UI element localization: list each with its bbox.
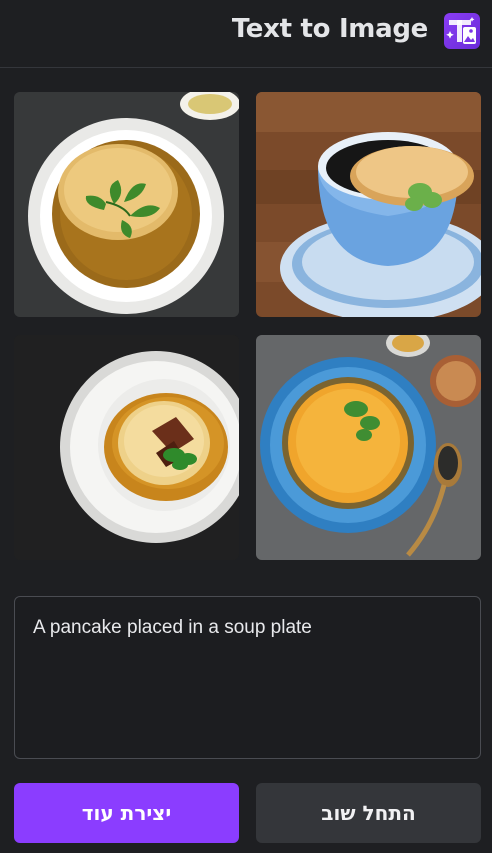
panel-header: Text to Image — [0, 0, 492, 68]
prompt-text: A pancake placed in a soup plate — [33, 617, 312, 638]
start-over-button[interactable]: התחל שוב — [256, 783, 481, 843]
create-more-label: יצירת עוד — [81, 801, 172, 825]
create-more-button[interactable]: יצירת עוד — [14, 783, 239, 843]
app-title: Text to Image — [231, 14, 428, 44]
result-image-3[interactable] — [14, 335, 239, 560]
result-image-1[interactable] — [14, 92, 239, 317]
text-to-image-app-icon — [444, 13, 480, 49]
text-to-image-panel: Text to Image A pancake placed in a soup… — [0, 0, 492, 853]
results-grid — [14, 92, 481, 560]
prompt-textarea[interactable]: A pancake placed in a soup plate — [14, 596, 481, 759]
start-over-label: התחל שוב — [321, 801, 416, 825]
result-image-2[interactable] — [256, 92, 481, 317]
result-image-4[interactable] — [256, 335, 481, 560]
